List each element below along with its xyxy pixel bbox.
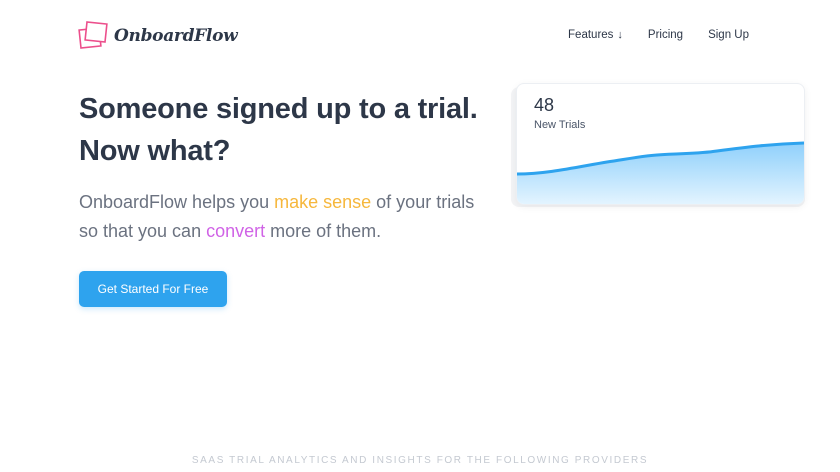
hero-subtitle: OnboardFlow helps you make sense of your… [79, 188, 479, 246]
nav-item-pricing[interactable]: Pricing [648, 29, 683, 41]
nav-item-sign-up[interactable]: Sign Up [708, 29, 749, 41]
hero-title-line-2: Now what? [79, 135, 231, 167]
hero-sub-part-1: OnboardFlow helps you [79, 192, 275, 212]
site-header: OnboardFlow Features ↓ Pricing Sign Up [0, 0, 840, 72]
arrow-down-icon: ↓ [617, 29, 623, 41]
trend-area [517, 143, 804, 204]
brand-name: OnboardFlow [114, 26, 238, 46]
hero-title-line-1: Someone signed up to a trial. [79, 93, 478, 125]
brand-link[interactable]: OnboardFlow [78, 20, 238, 52]
nav-item-features[interactable]: Features ↓ [568, 29, 623, 41]
highlight-convert: convert [206, 221, 266, 241]
stacked-cards-logo-icon [78, 21, 108, 49]
nav-item-label: Features [568, 29, 614, 41]
highlight-make-sense: make sense [274, 192, 372, 212]
stats-card: 48 New Trials [516, 83, 805, 205]
hero-sub-part-3: more of them. [265, 221, 382, 241]
trials-trend-chart [517, 141, 804, 204]
stats-label: New Trials [534, 119, 586, 131]
stats-value: 48 [534, 95, 555, 115]
main-nav: Features ↓ Pricing Sign Up [568, 29, 749, 41]
get-started-button[interactable]: Get Started For Free [79, 271, 227, 307]
hero-title: Someone signed up to a trial. Now what? [79, 88, 499, 172]
providers-tagline: SAAS TRIAL ANALYTICS AND INSIGHTS FOR TH… [191, 455, 649, 466]
